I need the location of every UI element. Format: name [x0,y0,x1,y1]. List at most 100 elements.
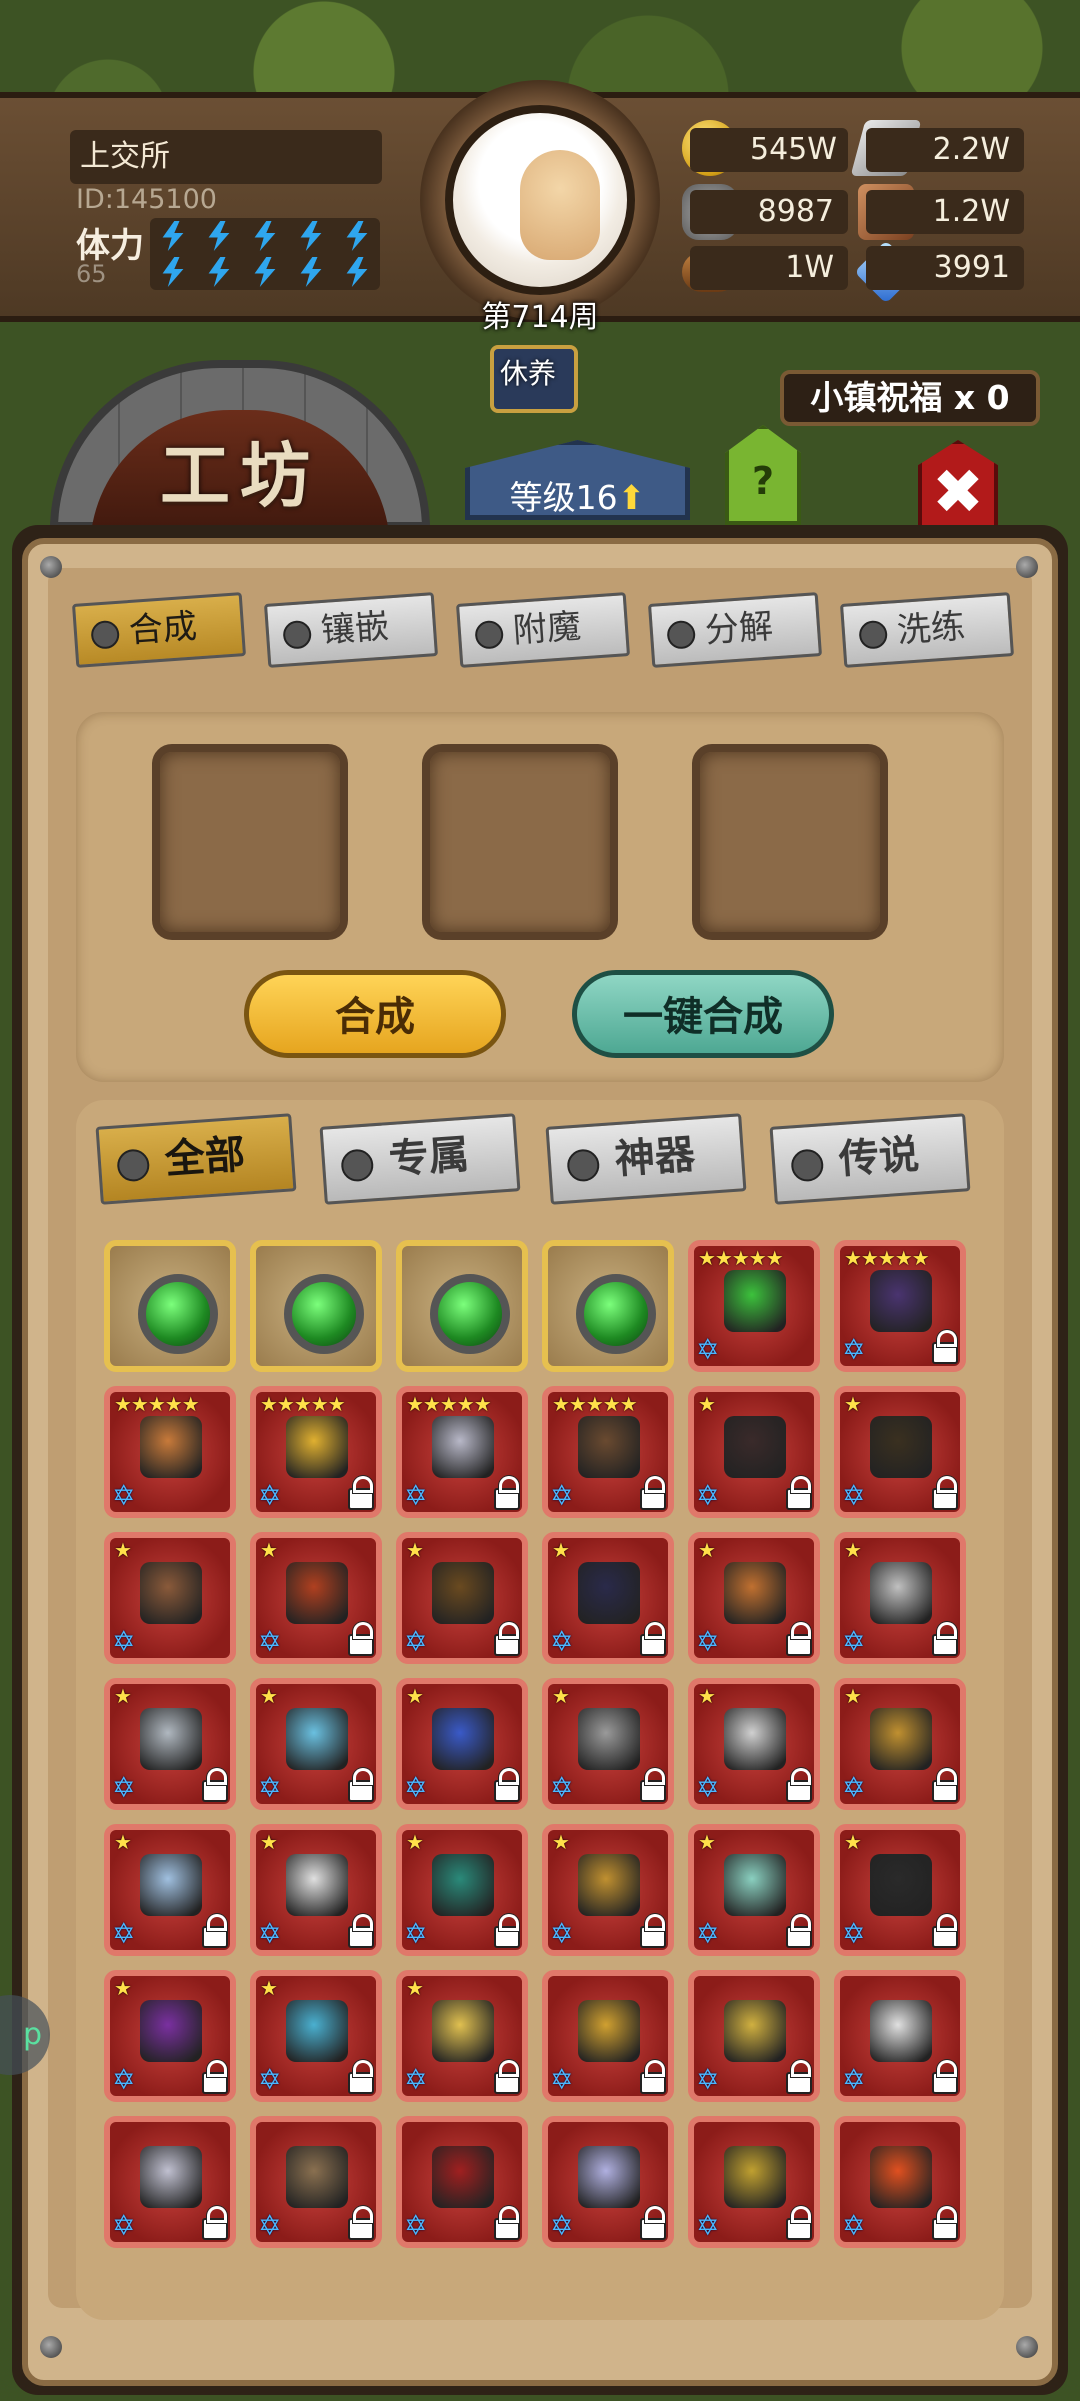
combine-slot-3[interactable] [692,744,888,940]
inventory-item[interactable] [542,1240,674,1372]
inventory-item[interactable]: ✡ [688,1970,820,2102]
inventory-item[interactable] [104,1240,236,1372]
tab-inlay[interactable]: 镶嵌 [263,592,439,668]
inventory-item[interactable]: ★ ✡ [542,1532,674,1664]
inventory-item[interactable]: ★ ✡ [688,1386,820,1518]
inventory-item[interactable]: ★ ✡ [250,1532,382,1664]
inventory-item[interactable]: ✡ [250,2116,382,2248]
close-button[interactable]: ✖ [918,440,998,530]
tab-legend[interactable]: 传说 [769,1113,971,1205]
page-title: 工坊 [160,435,320,517]
inventory-item[interactable]: ✡ [396,2116,528,2248]
inventory-item[interactable]: ★ ✡ [688,1824,820,1956]
combine-button[interactable]: 合成 [244,970,506,1058]
inventory-item[interactable]: ★★★★★ ✡ [250,1386,382,1518]
lock-icon [932,1330,958,1364]
resource-stone[interactable]: 8987 [690,190,848,234]
star-rating: ★ [406,1976,424,2000]
inventory-item[interactable]: ★ ✡ [396,1970,528,2102]
hexagram-icon: ✡ [842,2209,866,2242]
tab-exclusive[interactable]: 专属 [319,1113,521,1205]
lock-icon [348,1914,374,1948]
lock-icon [202,2060,228,2094]
inventory-item[interactable]: ★ ✡ [396,1532,528,1664]
inventory-item[interactable]: ★ ✡ [250,1678,382,1810]
lock-icon [932,1914,958,1948]
resource-leather[interactable]: 1.2W [866,190,1024,234]
hexagram-icon: ✡ [550,1625,574,1658]
lock-icon [494,1622,520,1656]
inventory-item[interactable]: ★ ✡ [834,1678,966,1810]
rest-button[interactable]: 休养 [478,352,578,392]
lock-icon [640,1622,666,1656]
inventory-item[interactable]: ✡ [688,2116,820,2248]
resource-wood[interactable]: 1W [690,246,848,290]
level-badge[interactable]: 等级16⬆ [465,440,690,520]
rifle-icon [140,1708,202,1770]
combine-slot-2[interactable] [422,744,618,940]
tab-artifact[interactable]: 神器 [545,1113,747,1205]
wand-icon [870,1854,932,1916]
resource-gold[interactable]: 545W [690,128,848,172]
resource-iron[interactable]: 2.2W [866,128,1024,172]
inventory-item[interactable] [250,1240,382,1372]
hexagram-icon: ✡ [404,2063,428,2096]
player-name[interactable]: 上交所 [70,130,382,184]
tab-dismantle[interactable]: 分解 [647,592,823,668]
inventory-item[interactable]: ★ ✡ [250,1824,382,1956]
lock-icon [202,1768,228,1802]
tab-label: 传说 [837,1131,921,1184]
lock-icon [932,1622,958,1656]
tab-dot [340,1148,375,1183]
sword-icon [578,2146,640,2208]
inventory-item[interactable]: ★ ✡ [834,1386,966,1518]
inventory-item[interactable]: ✡ [542,1970,674,2102]
star-rating: ★ [552,1538,570,1562]
tab-all[interactable]: 全部 [95,1113,297,1205]
star-rating: ★ [844,1830,862,1854]
inventory-item[interactable]: ★ ✡ [104,1824,236,1956]
lock-icon [932,2060,958,2094]
bow-icon [578,1562,640,1624]
star-rating: ★ [114,1538,132,1562]
inventory-item[interactable]: ★ ✡ [396,1678,528,1810]
inventory-item[interactable]: ★★★★★ ✡ [104,1386,236,1518]
inventory-item[interactable]: ★ ✡ [542,1678,674,1810]
inventory-item[interactable]: ★ ✡ [834,1824,966,1956]
lock-icon [786,1476,812,1510]
inventory-item[interactable]: ✡ [104,2116,236,2248]
inventory-item[interactable]: ★★★★★ ✡ [834,1240,966,1372]
hexagram-icon: ✡ [696,2063,720,2096]
inventory-item[interactable]: ✡ [834,1970,966,2102]
inventory-item[interactable]: ★ ✡ [104,1970,236,2102]
inventory-item[interactable]: ★ ✡ [104,1532,236,1664]
lightning-icon [346,221,368,251]
inventory-item[interactable]: ✡ [542,2116,674,2248]
town-blessing: 小镇祝福 x 0 [780,370,1040,426]
star-rating: ★ [260,1684,278,1708]
inventory-item[interactable]: ★★★★★ ✡ [542,1386,674,1518]
inventory-item[interactable]: ★ ✡ [688,1678,820,1810]
crossbow-icon [724,1416,786,1478]
inventory-item[interactable]: ★★★★★ ✡ [688,1240,820,1372]
tab-enchant[interactable]: 附魔 [455,592,631,668]
hexagram-icon: ✡ [842,1917,866,1950]
resource-crystal[interactable]: 3991 [866,246,1024,290]
inventory-item[interactable] [396,1240,528,1372]
inventory-item[interactable]: ★ ✡ [396,1824,528,1956]
inventory-item[interactable]: ★ ✡ [104,1678,236,1810]
tab-refine[interactable]: 洗练 [839,592,1015,668]
inventory-item[interactable]: ★★★★★ ✡ [396,1386,528,1518]
combine-slot-1[interactable] [152,744,348,940]
lock-icon [348,1768,374,1802]
stamina-bar[interactable] [150,218,380,290]
inventory-item[interactable]: ★ ✡ [688,1532,820,1664]
inventory-item[interactable]: ✡ [834,2116,966,2248]
inventory-item[interactable]: ★ ✡ [834,1532,966,1664]
inventory-item[interactable]: ★ ✡ [250,1970,382,2102]
help-button[interactable]: ? [725,425,801,525]
one-click-combine-button[interactable]: 一键合成 [572,970,834,1058]
inventory-item[interactable]: ★ ✡ [542,1824,674,1956]
star-rating: ★★★★★ [552,1392,638,1416]
tab-combine[interactable]: 合成 [71,592,247,668]
